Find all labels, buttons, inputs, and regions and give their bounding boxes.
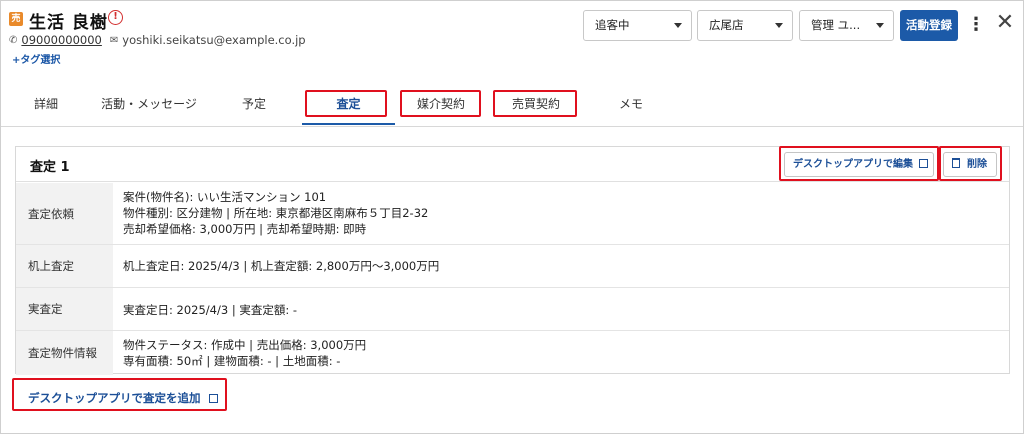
activity-register-button[interactable]: 活動登録 [900,10,958,41]
store-select-value: 広尾店 [709,18,744,32]
email-text: yoshiki.seikatsu@example.co.jp [122,33,306,47]
assessment-request-row: 査定依頼 案件(物件名): いい生活マンション 101 物件種別: 区分建物 |… [16,183,1009,245]
row-label: 机上査定 [16,245,113,287]
tab-memo[interactable]: メモ [618,89,644,125]
row-label: 査定物件情報 [16,331,113,375]
row-value: 机上査定日: 2025/4/3 | 机上査定額: 2,800万円〜3,000万円 [123,258,439,274]
tab-schedule[interactable]: 予定 [239,89,269,125]
desk-assessment-line: 机上査定日: 2025/4/3 | 机上査定額: 2,800万円〜3,000万円 [123,259,440,273]
property-name-line: 案件(物件名): いい生活マンション 101 [123,190,327,204]
alert-icon[interactable]: ! [108,10,123,25]
customer-header: 売 生活 良樹 ! ✆ 09000000000 ✉ yoshiki.seikat… [9,7,1017,67]
chevron-down-icon [876,23,884,28]
chevron-down-icon [775,23,783,28]
tab-bar: 詳細 活動・メッセージ 予定 査定 媒介契約 売買契約 メモ [1,89,1023,127]
sale-badge: 売 [9,12,23,26]
customer-name: 生活 良樹 [29,13,108,33]
property-status-line: 物件ステータス: 作成中 | 売出価格: 3,000万円 [123,338,367,352]
card-header: 査定 1 デスクトップアプリで編集 削除 [16,146,1009,182]
manager-select[interactable]: 管理 ユ... [799,10,894,41]
phone-link[interactable]: 09000000000 [21,33,101,47]
tag-select-link[interactable]: +タグ選択 [12,51,60,66]
highlight-box [493,90,577,117]
card-title: 査定 1 [30,160,70,175]
row-value: 実査定日: 2025/4/3 | 実査定額: - [123,302,297,318]
highlight-box [779,146,939,181]
row-label: 査定依頼 [16,183,113,244]
highlight-box [939,146,1002,181]
status-select-value: 追客中 [595,18,630,32]
row-value: 物件ステータス: 作成中 | 売出価格: 3,000万円 専有面積: 50㎡ |… [123,337,366,369]
actual-assessment-row: 実査定 実査定日: 2025/4/3 | 実査定額: - [16,288,1009,331]
area-line: 専有面積: 50㎡ | 建物面積: - | 土地面積: - [123,354,341,368]
close-icon[interactable]: ✕ [994,9,1016,37]
contact-info: ✆ 09000000000 ✉ yoshiki.seikatsu@example… [9,33,306,47]
assessment-card: 査定 1 デスクトップアプリで編集 削除 査定依頼 案件(物件名): いい生活マ… [15,146,1010,375]
tab-details[interactable]: 詳細 [31,89,61,125]
desired-price-line: 売却希望価格: 3,000万円 | 売却希望時期: 即時 [123,222,367,236]
customer-detail-panel: 売 生活 良樹 ! ✆ 09000000000 ✉ yoshiki.seikat… [0,0,1024,434]
mail-icon: ✉ [109,34,119,46]
desk-assessment-row: 机上査定 机上査定日: 2025/4/3 | 机上査定額: 2,800万円〜3,… [16,245,1009,288]
status-select[interactable]: 追客中 [583,10,692,41]
highlight-box [12,378,227,411]
phone-icon: ✆ [9,34,18,46]
more-menu-icon[interactable]: ⋮ [967,11,985,39]
actual-assessment-line: 実査定日: 2025/4/3 | 実査定額: - [123,303,298,317]
store-select[interactable]: 広尾店 [697,10,793,41]
manager-select-value: 管理 ユ... [811,18,861,32]
property-type-line: 物件種別: 区分建物 | 所在地: 東京都港区南麻布５丁目2-32 [123,206,429,220]
row-label: 実査定 [16,288,113,330]
property-info-row: 査定物件情報 物件ステータス: 作成中 | 売出価格: 3,000万円 専有面積… [16,331,1009,375]
tab-activity-messages[interactable]: 活動・メッセージ [101,89,197,125]
chevron-down-icon [674,23,682,28]
row-value: 案件(物件名): いい生活マンション 101 物件種別: 区分建物 | 所在地:… [123,189,428,237]
highlight-box [305,90,387,117]
highlight-box [400,90,481,117]
